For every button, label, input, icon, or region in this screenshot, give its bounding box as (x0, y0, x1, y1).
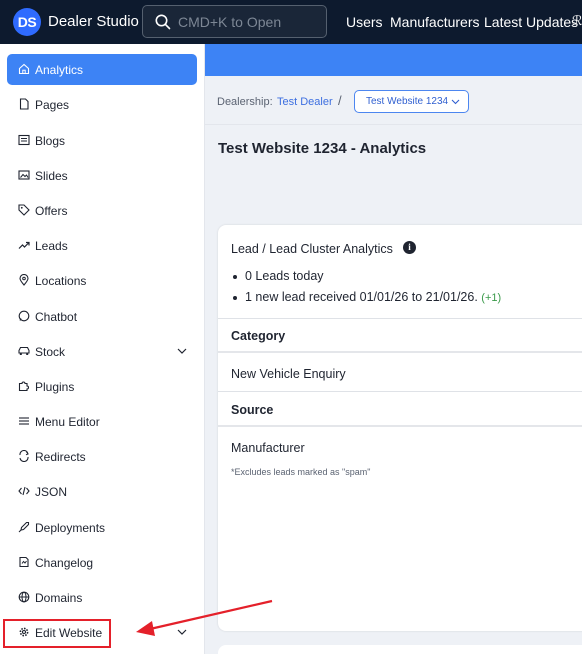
spam-footnote: *Excludes leads marked as "spam" (231, 467, 371, 477)
nav-overflow-item[interactable]: ℛ (572, 13, 582, 29)
nav-latest-updates[interactable]: Latest Updates (484, 14, 578, 30)
blog-icon (18, 134, 30, 146)
sidebar: Analytics Pages Blogs Slides Offers Lead… (0, 44, 205, 654)
globe-icon (18, 591, 30, 603)
sidebar-item-label: Analytics (35, 63, 84, 77)
chat-icon (18, 310, 30, 322)
category-heading: Category (231, 329, 286, 343)
sidebar-item-offers[interactable]: Offers (7, 195, 197, 226)
search-input[interactable] (178, 12, 318, 32)
sidebar-item-label: Domains (35, 591, 83, 605)
rocket-icon (18, 521, 30, 533)
sidebar-item-label: Redirects (35, 450, 86, 464)
category-value: New Vehicle Enquiry (231, 367, 346, 381)
sidebar-item-label: Leads (35, 239, 68, 253)
search-icon (155, 14, 171, 30)
leads-range-text: 1 new lead received 01/01/26 to 21/01/26… (245, 290, 478, 304)
puzzle-icon (18, 381, 29, 392)
website-select-value: Test Website 1234 (366, 96, 449, 107)
header-accent-bar (205, 44, 582, 76)
sidebar-item-label: Blogs (35, 134, 66, 148)
location-pin-icon (19, 274, 29, 286)
sidebar-item-label: Changelog (35, 556, 94, 570)
sidebar-item-menu-editor[interactable]: Menu Editor (7, 406, 197, 437)
source-heading: Source (231, 403, 274, 417)
leads-today-item: 0 Leads today (233, 269, 324, 283)
app-title[interactable]: Dealer Studio (48, 13, 139, 30)
chevron-down-icon[interactable] (176, 627, 188, 637)
chevron-down-icon (451, 99, 460, 105)
breadcrumb-dealer-link[interactable]: Test Dealer (277, 96, 333, 108)
menu-icon (19, 417, 29, 425)
info-icon[interactable]: i (403, 241, 416, 254)
sidebar-item-analytics[interactable]: Analytics (7, 54, 197, 85)
sidebar-item-deployments[interactable]: Deployments (7, 512, 197, 543)
sidebar-item-blogs[interactable]: Blogs (7, 125, 197, 156)
sidebar-item-label: JSON (35, 485, 68, 499)
page-title: Test Website 1234 - Analytics (218, 140, 427, 157)
sidebar-item-leads[interactable]: Leads (7, 230, 197, 261)
sidebar-item-plugins[interactable]: Plugins (7, 371, 197, 402)
redirect-icon (19, 450, 29, 462)
sidebar-item-label: Menu Editor (35, 415, 100, 429)
source-value: Manufacturer (231, 441, 305, 455)
divider (218, 351, 582, 353)
tag-icon (18, 204, 30, 216)
search-box[interactable] (142, 5, 327, 38)
sidebar-item-slides[interactable]: Slides (7, 160, 197, 191)
sidebar-item-stock[interactable]: Stock (7, 336, 197, 367)
card-title: Lead / Lead Cluster Analytics (231, 242, 393, 256)
divider (218, 425, 582, 427)
sidebar-item-label: Locations (35, 274, 87, 288)
secondary-card (218, 645, 582, 654)
sidebar-item-chatbot[interactable]: Chatbot (7, 301, 197, 332)
trend-icon (18, 241, 30, 249)
breadcrumb-separator: / (338, 93, 342, 108)
divider (218, 318, 582, 319)
sidebar-item-changelog[interactable]: Changelog (7, 547, 197, 578)
code-icon (18, 486, 30, 496)
sidebar-item-redirects[interactable]: Redirects (7, 441, 197, 472)
lead-analytics-card: Lead / Lead Cluster Analytics i 0 Leads … (218, 225, 582, 631)
slides-icon (18, 170, 30, 180)
car-icon (18, 346, 30, 355)
sidebar-item-label: Deployments (35, 521, 106, 535)
sidebar-item-label: Slides (35, 169, 68, 183)
sidebar-item-label: Offers (35, 204, 68, 218)
leads-today-text: 0 Leads today (245, 269, 324, 283)
edit-website-highlight-box (3, 619, 111, 648)
leads-delta: (+1) (481, 292, 502, 304)
sidebar-item-label: Pages (35, 98, 70, 112)
sidebar-item-label: Chatbot (35, 310, 78, 324)
top-bar: DS Dealer Studio Users Manufacturers Lat… (0, 0, 582, 44)
sidebar-item-label: Stock (35, 345, 66, 359)
leads-range-item: 1 new lead received 01/01/26 to 21/01/26… (232, 290, 502, 304)
sidebar-item-domains[interactable]: Domains (7, 582, 197, 613)
app-logo[interactable]: DS (13, 8, 41, 36)
sidebar-item-label: Plugins (35, 380, 75, 394)
chevron-down-icon[interactable] (176, 346, 188, 356)
website-select[interactable]: Test Website 1234 (354, 90, 469, 113)
nav-manufacturers[interactable]: Manufacturers (390, 14, 479, 30)
home-icon (18, 63, 30, 75)
divider (218, 391, 582, 392)
changelog-icon (19, 556, 29, 568)
sidebar-item-pages[interactable]: Pages (7, 89, 197, 120)
sidebar-item-locations[interactable]: Locations (7, 265, 197, 296)
page-icon (19, 98, 29, 110)
breadcrumb-label: Dealership: (217, 96, 273, 108)
breadcrumb: Dealership: Test Dealer / Test Website 1… (205, 76, 582, 125)
nav-users[interactable]: Users (346, 14, 383, 30)
sidebar-item-json[interactable]: JSON (7, 476, 197, 507)
